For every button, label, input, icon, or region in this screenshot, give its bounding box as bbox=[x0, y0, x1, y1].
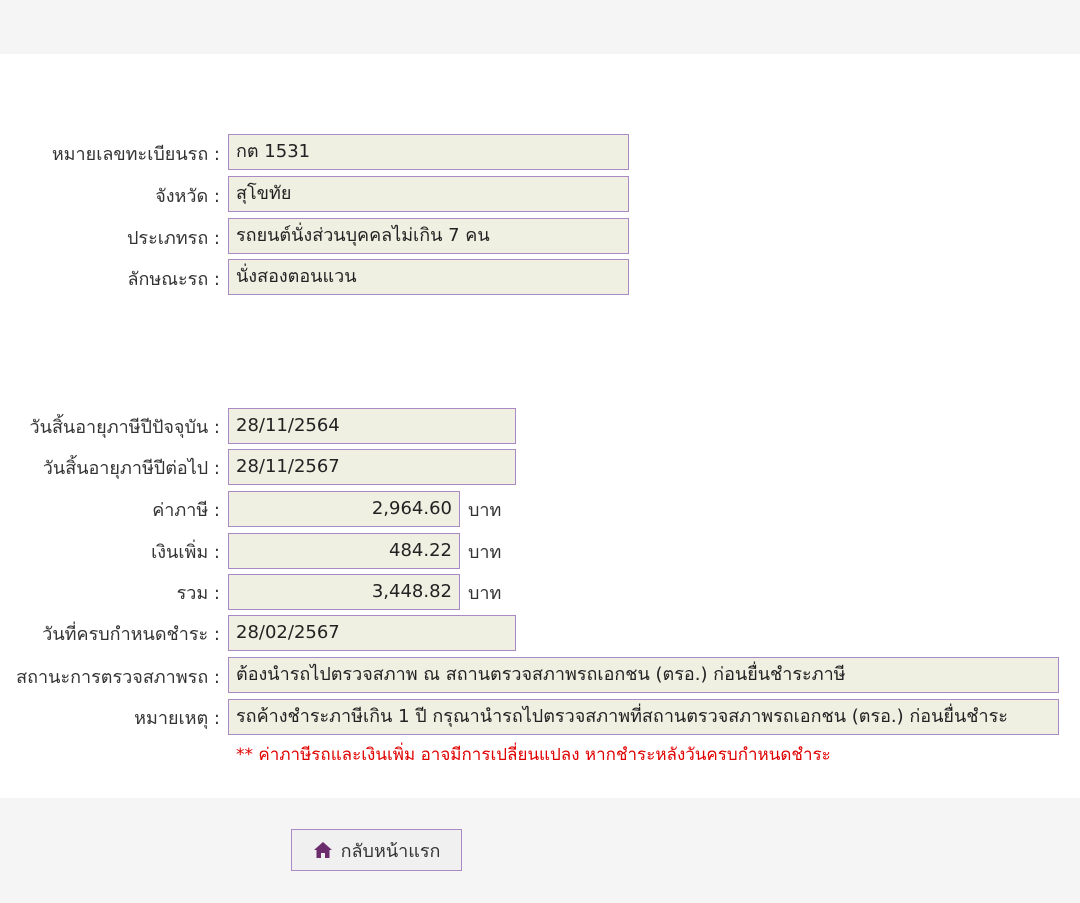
surcharge-unit: บาท bbox=[468, 542, 502, 563]
inspection-status-label: สถานะการตรวจสภาพรถ : bbox=[16, 667, 220, 688]
surcharge-field: 484.22 bbox=[228, 533, 460, 569]
due-date-label: วันที่ครบกำหนดชำระ : bbox=[42, 624, 220, 645]
total-unit: บาท bbox=[468, 583, 502, 604]
vehicle-type-field: รถยนต์นั่งส่วนบุคคลไม่เกิน 7 คน bbox=[228, 218, 629, 254]
back-to-home-button[interactable]: กลับหน้าแรก bbox=[291, 829, 462, 871]
back-to-home-label: กลับหน้าแรก bbox=[340, 840, 441, 862]
remark-field: รถค้างชำระภาษีเกิน 1 ปี กรุณานำรถไปตรวจส… bbox=[228, 699, 1059, 735]
price-change-warning: ** ค่าภาษีรถและเงินเพิ่ม อาจมีการเปลี่ยน… bbox=[236, 745, 831, 765]
next-expiry-field: 28/11/2567 bbox=[228, 449, 516, 485]
inspection-status-field: ต้องนำรถไปตรวจสภาพ ณ สถานตรวจสภาพรถเอกชน… bbox=[228, 657, 1059, 693]
plate-label: หมายเลขทะเบียนรถ : bbox=[51, 144, 220, 165]
vehicle-type-label: ประเภทรถ : bbox=[127, 228, 220, 249]
next-expiry-label: วันสิ้นอายุภาษีปีต่อไป : bbox=[42, 458, 220, 479]
total-label: รวม : bbox=[176, 583, 220, 604]
header-band bbox=[0, 0, 1080, 54]
footer-band bbox=[0, 798, 1080, 903]
current-expiry-label: วันสิ้นอายุภาษีปีปัจจุบัน : bbox=[29, 417, 220, 438]
plate-field: กต 1531 bbox=[228, 134, 629, 170]
current-expiry-field: 28/11/2564 bbox=[228, 408, 516, 444]
total-field: 3,448.82 bbox=[228, 574, 460, 610]
remark-label: หมายเหตุ : bbox=[134, 708, 220, 729]
body-style-label: ลักษณะรถ : bbox=[127, 269, 220, 290]
province-label: จังหวัด : bbox=[155, 186, 220, 207]
home-icon bbox=[313, 841, 333, 859]
tax-fee-unit: บาท bbox=[468, 500, 502, 521]
due-date-field: 28/02/2567 bbox=[228, 615, 516, 651]
province-field: สุโขทัย bbox=[228, 176, 629, 212]
body-style-field: นั่งสองตอนแวน bbox=[228, 259, 629, 295]
surcharge-label: เงินเพิ่ม : bbox=[151, 542, 220, 563]
tax-fee-label: ค่าภาษี : bbox=[152, 500, 220, 521]
tax-fee-field: 2,964.60 bbox=[228, 491, 460, 527]
